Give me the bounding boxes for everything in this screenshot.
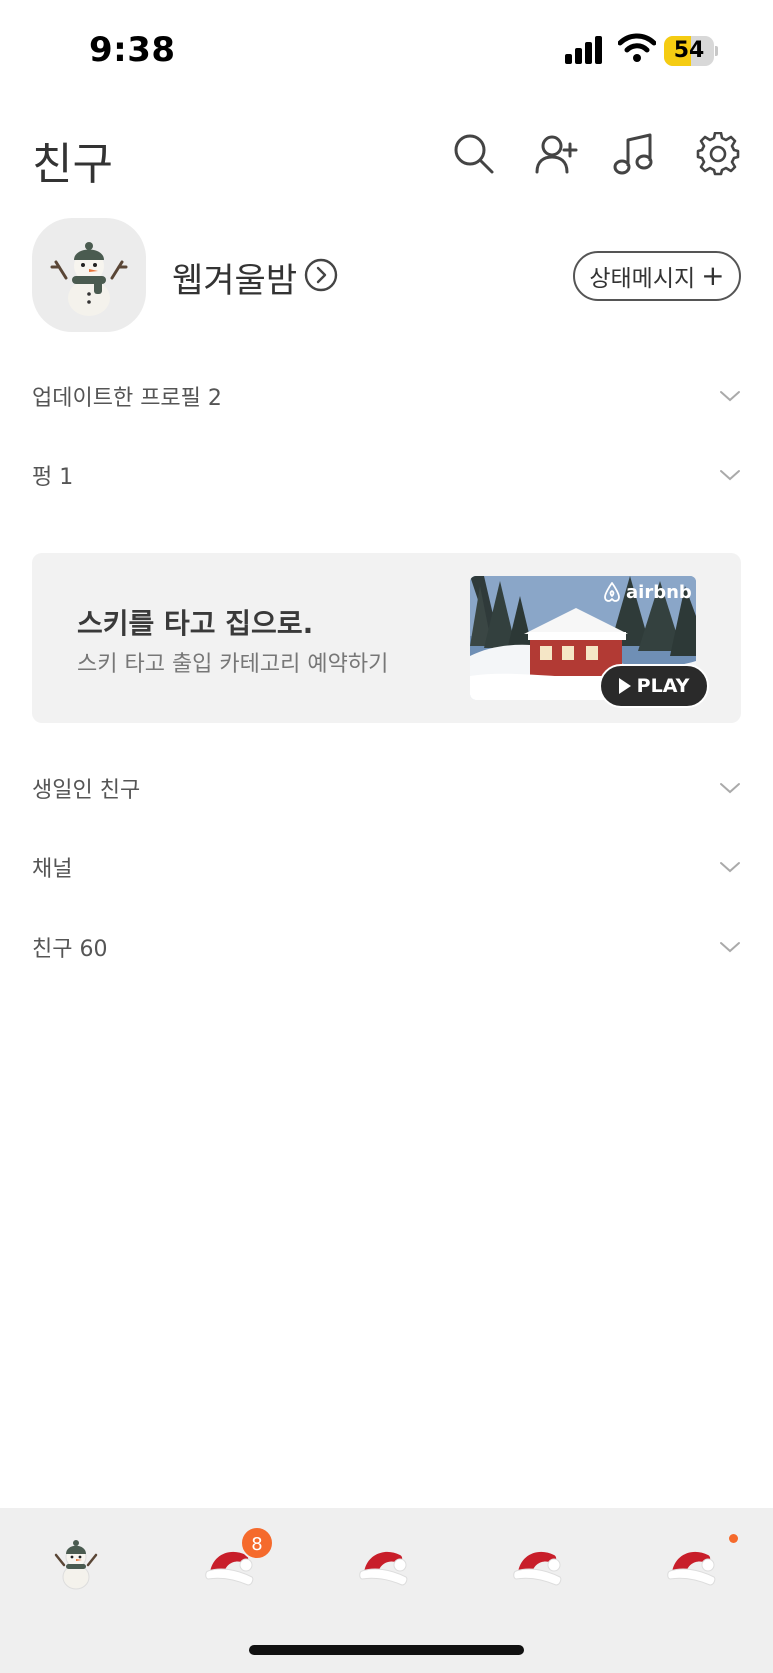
ad-title: 스키를 타고 집으로. — [77, 607, 314, 640]
more-notification-dot — [729, 1534, 738, 1543]
chevron-down-icon — [720, 391, 740, 402]
profile-name[interactable]: 웹겨울밤 — [172, 253, 297, 302]
section-updated-profiles[interactable]: 업데이트한 프로필 2 — [32, 376, 741, 416]
section-label: 펑 1 — [32, 465, 74, 490]
page-title: 친구 — [32, 139, 113, 190]
chevron-down-icon — [720, 862, 740, 873]
add-friend-icon[interactable] — [534, 132, 578, 176]
status-message-label: 상태메시지 — [589, 266, 696, 292]
search-icon[interactable] — [452, 132, 496, 176]
chats-badge: 8 — [240, 1526, 274, 1560]
snowman-icon — [50, 242, 128, 316]
section-channels[interactable]: 채널 — [32, 847, 741, 887]
music-icon[interactable] — [612, 132, 656, 176]
airbnb-brand: airbnb — [626, 581, 692, 603]
home-indicator[interactable] — [249, 1645, 524, 1655]
play-label: PLAY — [636, 675, 690, 697]
friends-tab[interactable] — [46, 1533, 106, 1593]
cellular-signal-icon — [565, 36, 602, 64]
section-friends[interactable]: 친구 60 — [32, 927, 741, 967]
section-pyeong[interactable]: 펑 1 — [32, 455, 741, 495]
view-tab[interactable] — [356, 1533, 416, 1593]
chevron-down-icon — [720, 783, 740, 794]
section-birthday-friends[interactable]: 생일인 친구 — [32, 768, 741, 808]
wifi-icon — [618, 33, 656, 62]
play-button[interactable]: PLAY — [599, 664, 709, 708]
ad-banner[interactable]: 스키를 타고 집으로. 스키 타고 출입 카테고리 예약하기 airbnb PL… — [32, 553, 741, 723]
settings-icon[interactable] — [696, 131, 740, 176]
section-label: 생일인 친구 — [32, 778, 141, 803]
battery-indicator: 54 — [664, 36, 718, 66]
battery-level: 54 — [673, 38, 705, 63]
santa-hat-icon — [359, 1551, 408, 1586]
section-label: 업데이트한 프로필 2 — [32, 386, 222, 411]
section-label: 친구 60 — [32, 937, 108, 962]
play-icon — [618, 678, 631, 694]
section-label: 채널 — [32, 857, 73, 882]
airbnb-logo: airbnb — [602, 581, 692, 603]
avatar[interactable] — [32, 218, 146, 332]
status-bar: 9:38 54 — [0, 0, 773, 100]
chevron-down-icon — [720, 942, 740, 953]
santa-hat-icon — [667, 1551, 716, 1586]
chevron-down-icon — [720, 470, 740, 481]
more-tab[interactable] — [664, 1533, 724, 1593]
ad-subtitle: 스키 타고 출입 카테고리 예약하기 — [77, 652, 389, 677]
chevron-right-circle-icon[interactable] — [304, 258, 338, 292]
santa-hat-icon — [513, 1551, 562, 1586]
airbnb-icon — [604, 582, 620, 602]
status-message-button[interactable]: 상태메시지 + — [573, 251, 741, 301]
status-time: 9:38 — [89, 30, 176, 70]
friends-screen: 9:38 54 친구 웹겨울밤 상태메시지 + 업데이트한 프로필 2 펑 1 … — [0, 0, 773, 1673]
snowman-icon — [54, 1540, 98, 1590]
plus-icon: + — [701, 259, 725, 292]
shopping-tab[interactable] — [510, 1533, 570, 1593]
